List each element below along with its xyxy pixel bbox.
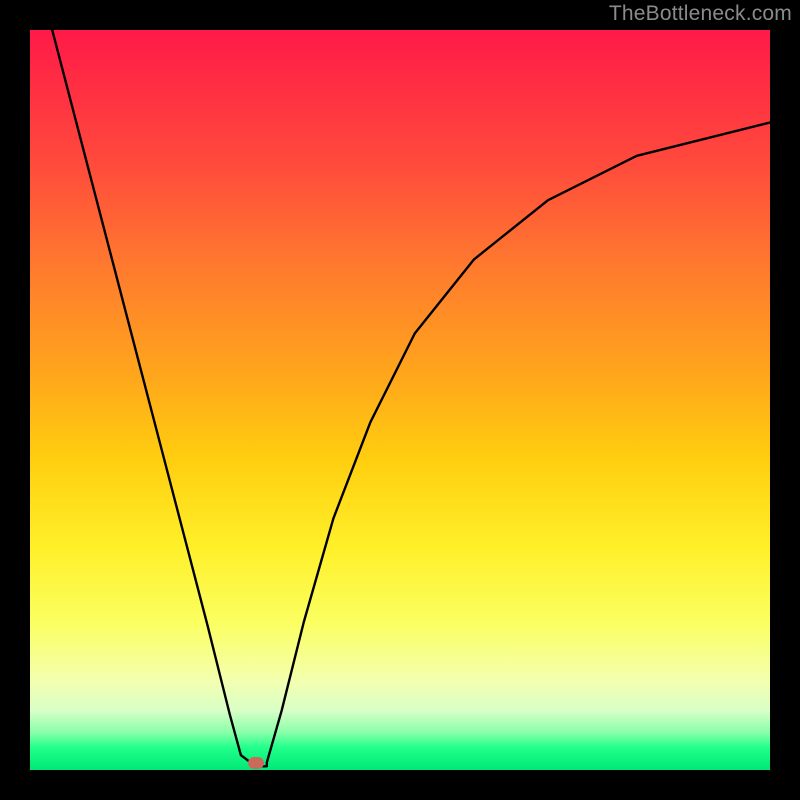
curve-path xyxy=(52,30,770,766)
plot-area xyxy=(30,30,770,770)
chart-frame: TheBottleneck.com xyxy=(0,0,800,800)
bottleneck-curve xyxy=(30,30,770,770)
minimum-marker xyxy=(248,757,264,769)
watermark-text: TheBottleneck.com xyxy=(609,2,792,26)
